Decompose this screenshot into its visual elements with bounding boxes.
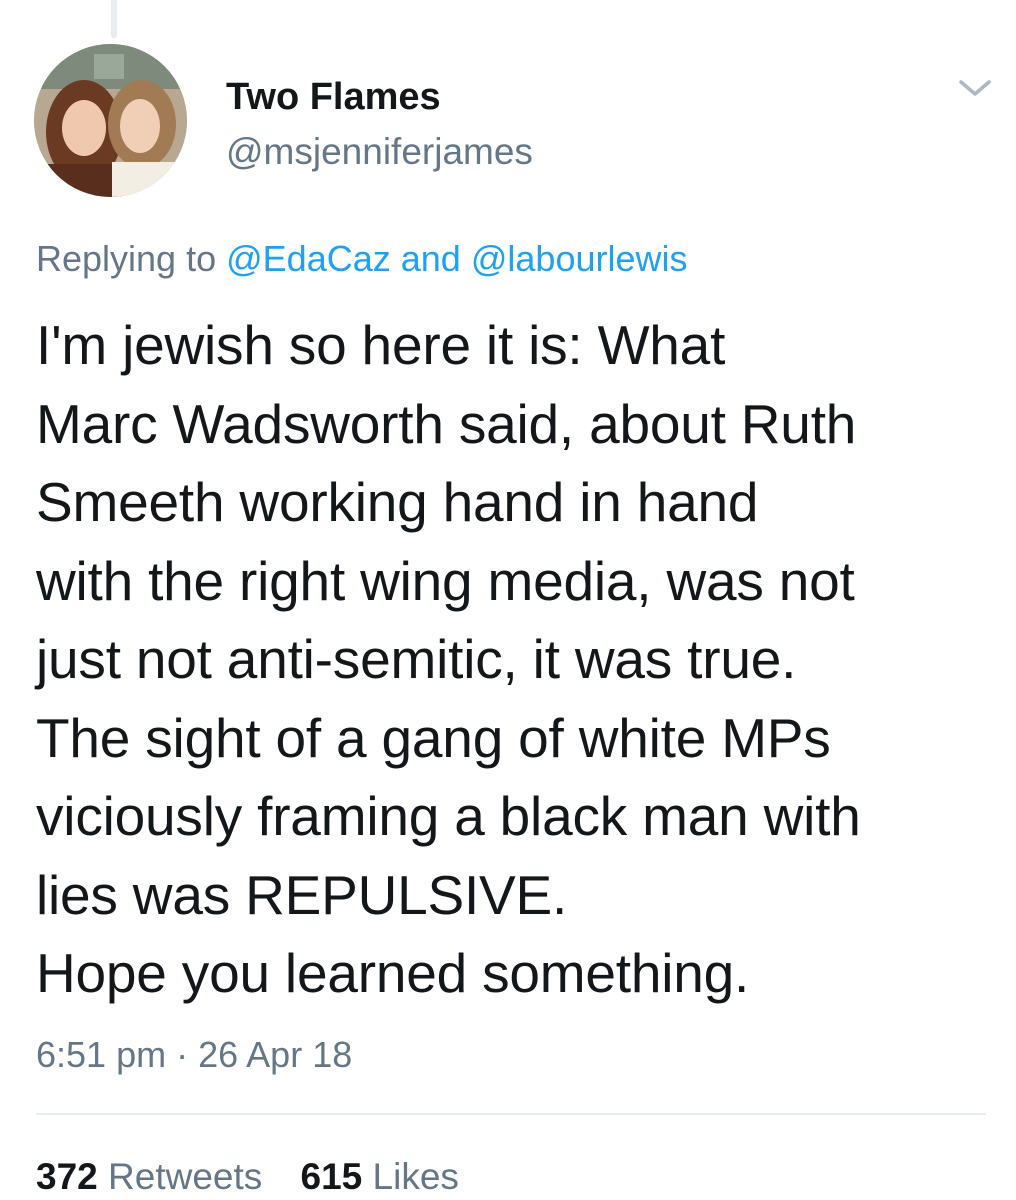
tweet-date: 26 Apr 18 — [198, 1034, 353, 1075]
timestamp-separator: · — [176, 1034, 189, 1075]
divider — [36, 1113, 986, 1115]
likes-count: 615 — [300, 1156, 363, 1197]
engagement-stats: 372 Retweets 615 Likes — [36, 1156, 487, 1198]
tweet-time: 6:51 pm — [36, 1034, 167, 1075]
tweet-text-line: just not anti-semitic, it was true. — [36, 628, 797, 690]
mention-link-labourlewis[interactable]: @labourlewis — [471, 238, 688, 279]
author-handle[interactable]: @msjenniferjames — [226, 131, 533, 173]
avatar[interactable] — [34, 44, 187, 197]
avatar-photo-icon — [34, 44, 187, 197]
tweet-text-line: Marc Wadsworth said, about Ruth — [36, 392, 857, 455]
author-display-name[interactable]: Two Flames — [226, 76, 441, 119]
likes-stat[interactable]: 615 Likes — [301, 1156, 459, 1198]
tweet-timestamp[interactable]: 6:51 pm · 26 Apr 18 — [36, 1034, 352, 1076]
tweet-text-line: lies was REPULSIVE. — [36, 863, 568, 926]
tweet-text-line: Smeeth working hand in hand — [36, 471, 759, 533]
replying-to-label: Replying to — [36, 238, 217, 279]
tweet-text: I'm jewish so here it is: What Marc Wads… — [36, 306, 1001, 1013]
retweets-label: Retweets — [108, 1156, 263, 1197]
replying-to-line: Replying to @EdaCaz and @labourlewis — [36, 238, 688, 280]
thread-connector-line — [111, 0, 117, 38]
tweet-text-line: with the right wing media, was not — [36, 549, 855, 612]
tweet-text-line: Hope you learned something. — [36, 942, 750, 1004]
retweets-stat[interactable]: 372 Retweets — [36, 1156, 262, 1198]
tweet-text-line: The sight of a gang of white MPs — [36, 706, 831, 769]
mention-link-edacaz[interactable]: @EdaCaz — [226, 238, 391, 279]
likes-label: Likes — [372, 1156, 459, 1197]
tweet-text-line: I'm jewish so here it is: What — [36, 314, 726, 376]
reply-joiner: and — [400, 238, 461, 279]
tweet-text-line: viciously framing a black man with — [36, 785, 861, 847]
retweets-count: 372 — [36, 1156, 98, 1197]
chevron-down-icon[interactable] — [955, 72, 995, 104]
